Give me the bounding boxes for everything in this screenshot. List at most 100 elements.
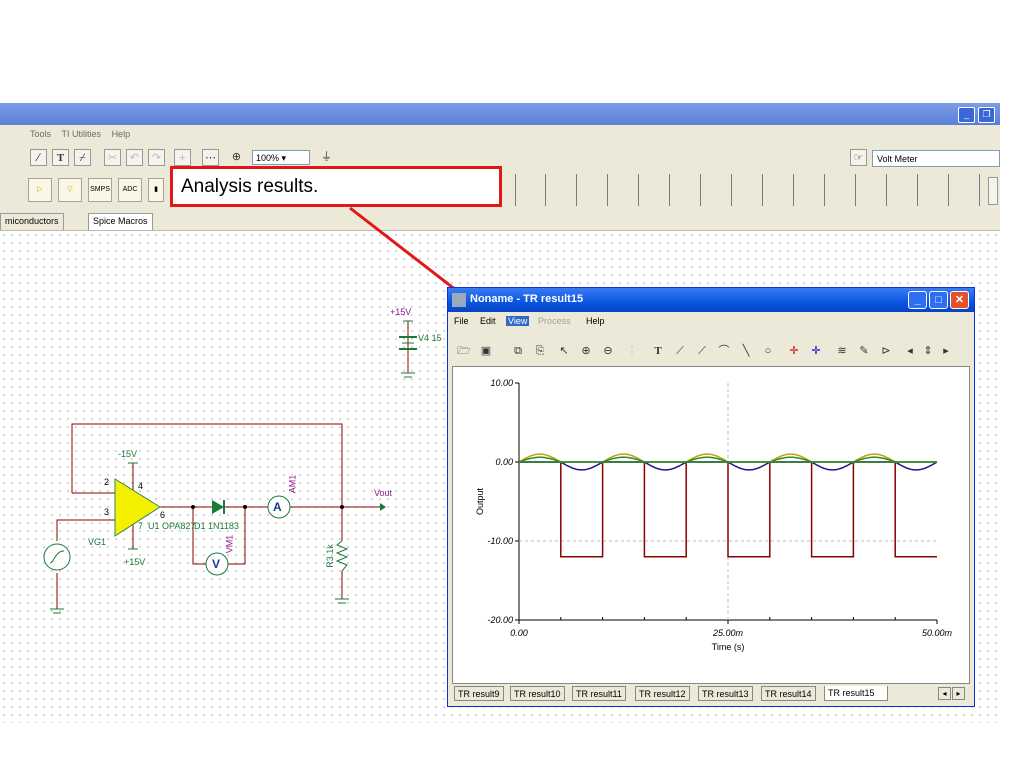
- component-tabs: miconductors Spice Macros: [0, 210, 1000, 231]
- pin-2-label: 2: [104, 477, 110, 487]
- step-updown-icon[interactable]: ⇕: [918, 342, 938, 360]
- resistor-label: R3 1k: [324, 544, 335, 568]
- pencil-icon[interactable]: ∕: [30, 149, 47, 166]
- toolbar-slot[interactable]: [855, 174, 882, 206]
- smps-component-icon[interactable]: SMPS: [88, 178, 112, 202]
- toolbar-slot[interactable]: [638, 174, 665, 206]
- paste-icon[interactable]: ⎘: [530, 342, 550, 360]
- move-icon[interactable]: +: [174, 149, 191, 166]
- step-right-icon[interactable]: ▸: [936, 342, 956, 360]
- tab-result[interactable]: TR result13: [698, 686, 753, 701]
- grid-icon[interactable]: ⋯: [202, 149, 219, 166]
- text-icon[interactable]: T: [648, 342, 668, 360]
- callout-box: Analysis results.: [170, 166, 502, 207]
- minimize-icon[interactable]: _: [958, 107, 975, 123]
- toolbar-slot[interactable]: [762, 174, 789, 206]
- zoom-fit-icon[interactable]: ⊖: [598, 342, 618, 360]
- feedback-wire: [71, 423, 343, 506]
- tab-result[interactable]: TR result9: [454, 686, 504, 701]
- meter-icon[interactable]: ☞: [850, 149, 867, 166]
- restore-icon[interactable]: ❐: [978, 107, 995, 123]
- plot-area[interactable]: 10.00 0.00 -10.00 -20.00 0.00 25.00m 50.00m Tim…: [452, 366, 970, 684]
- cursor-b-icon[interactable]: ✛: [806, 342, 826, 360]
- toolbar-slot[interactable]: [824, 174, 851, 206]
- flag-icon[interactable]: ⊳: [876, 342, 896, 360]
- vpos-bottom-label: +15V: [124, 557, 146, 567]
- tab-result[interactable]: TR result10: [510, 686, 565, 701]
- grid-icon[interactable]: ⋮: [622, 342, 642, 360]
- menu-ti-utilities[interactable]: TI Utilities: [62, 129, 102, 139]
- menu-help[interactable]: Help: [586, 316, 605, 326]
- close-icon[interactable]: ✕: [950, 291, 969, 309]
- menu-process[interactable]: Process: [538, 316, 571, 326]
- component-icon[interactable]: ⏚: [318, 149, 335, 166]
- zoom-select[interactable]: 100% ▾: [252, 150, 310, 165]
- line-icon[interactable]: ╲: [736, 342, 756, 360]
- tab-semiconductors[interactable]: miconductors: [0, 213, 64, 230]
- ground-symbols: [50, 320, 417, 614]
- maximize-icon[interactable]: □: [929, 291, 948, 309]
- tab-spice-macros[interactable]: Spice Macros: [88, 213, 153, 230]
- toolbar-slot[interactable]: [545, 174, 572, 206]
- toolbar-slot[interactable]: [515, 174, 542, 206]
- cut-icon[interactable]: ✂: [104, 149, 121, 166]
- y-axis-label: Output: [475, 487, 485, 515]
- zoom-icon[interactable]: ⊕: [228, 149, 245, 166]
- marker-icon[interactable]: ✎: [854, 342, 874, 360]
- pointer-icon[interactable]: ↖: [554, 342, 574, 360]
- toolbar-slot[interactable]: [700, 174, 727, 206]
- analysis-window-title-bar[interactable]: Noname - TR result15 _ □ ✕: [448, 288, 974, 312]
- diode-symbol: [212, 500, 224, 514]
- menu-help[interactable]: Help: [112, 129, 131, 139]
- toolbar-slot[interactable]: [793, 174, 820, 206]
- toolbar-scroll-handle[interactable]: [988, 177, 998, 205]
- menu-file[interactable]: File: [454, 316, 469, 326]
- wire-voltmeter-left: [192, 507, 206, 565]
- ic-component-icon[interactable]: ▮: [148, 178, 164, 202]
- toolbar-slot[interactable]: [886, 174, 913, 206]
- minimize-icon[interactable]: _: [908, 291, 927, 309]
- toolbar-slot[interactable]: [669, 174, 696, 206]
- logic-component-icon[interactable]: ▽: [58, 178, 82, 202]
- adc-component-icon[interactable]: ADC: [118, 178, 142, 202]
- vout-label: Vout: [374, 488, 393, 498]
- vm1-label: VM1: [224, 534, 235, 554]
- save-icon[interactable]: ▣: [476, 342, 496, 360]
- analysis-window: Noname - TR result15 _ □ ✕ File Edit Vie…: [447, 287, 975, 707]
- am1-label: AM1: [287, 474, 298, 494]
- trace-alt-icon[interactable]: ⟋: [692, 342, 712, 360]
- meter-select[interactable]: Volt Meter: [872, 150, 1000, 167]
- tab-result-active[interactable]: TR result15: [824, 686, 888, 701]
- adc-label: ADC: [122, 186, 138, 193]
- toolbar-slot[interactable]: [948, 174, 975, 206]
- vg1-label: VG1: [88, 537, 107, 547]
- copy-icon[interactable]: ⧉: [508, 342, 528, 360]
- zoom-in-icon[interactable]: ⊕: [576, 342, 596, 360]
- toolbar-slot[interactable]: [576, 174, 603, 206]
- trace-icon[interactable]: ⟋: [670, 342, 690, 360]
- tab-result[interactable]: TR result11: [572, 686, 626, 701]
- undo-icon[interactable]: ↶: [126, 149, 143, 166]
- open-folder-icon[interactable]: 🗁: [454, 342, 474, 360]
- tab-result[interactable]: TR result14: [761, 686, 816, 701]
- menu-tools[interactable]: Tools: [30, 129, 51, 139]
- menu-edit[interactable]: Edit: [480, 316, 496, 326]
- toolbar-slot[interactable]: [607, 174, 634, 206]
- curve-icon[interactable]: ⌒: [714, 342, 734, 360]
- resistor-symbol: [335, 540, 349, 572]
- waveform-icon[interactable]: ≋: [832, 342, 852, 360]
- circle-icon[interactable]: ○: [758, 342, 778, 360]
- opamp-component-icon[interactable]: ▷: [28, 178, 52, 202]
- redo-icon[interactable]: ↷: [148, 149, 165, 166]
- tab-result[interactable]: TR result12: [635, 686, 690, 701]
- x-tick-label: 25.00m: [712, 628, 744, 638]
- scroll-left-icon[interactable]: ◂: [938, 687, 951, 700]
- step-left-icon[interactable]: ◂: [900, 342, 920, 360]
- cursor-a-icon[interactable]: ✛: [784, 342, 804, 360]
- text-icon[interactable]: T: [52, 149, 69, 166]
- edit-text-icon[interactable]: ⌿: [74, 149, 91, 166]
- toolbar-slot[interactable]: [731, 174, 758, 206]
- scroll-right-icon[interactable]: ▸: [952, 687, 965, 700]
- toolbar-slot[interactable]: [917, 174, 944, 206]
- menu-view[interactable]: View: [506, 316, 530, 326]
